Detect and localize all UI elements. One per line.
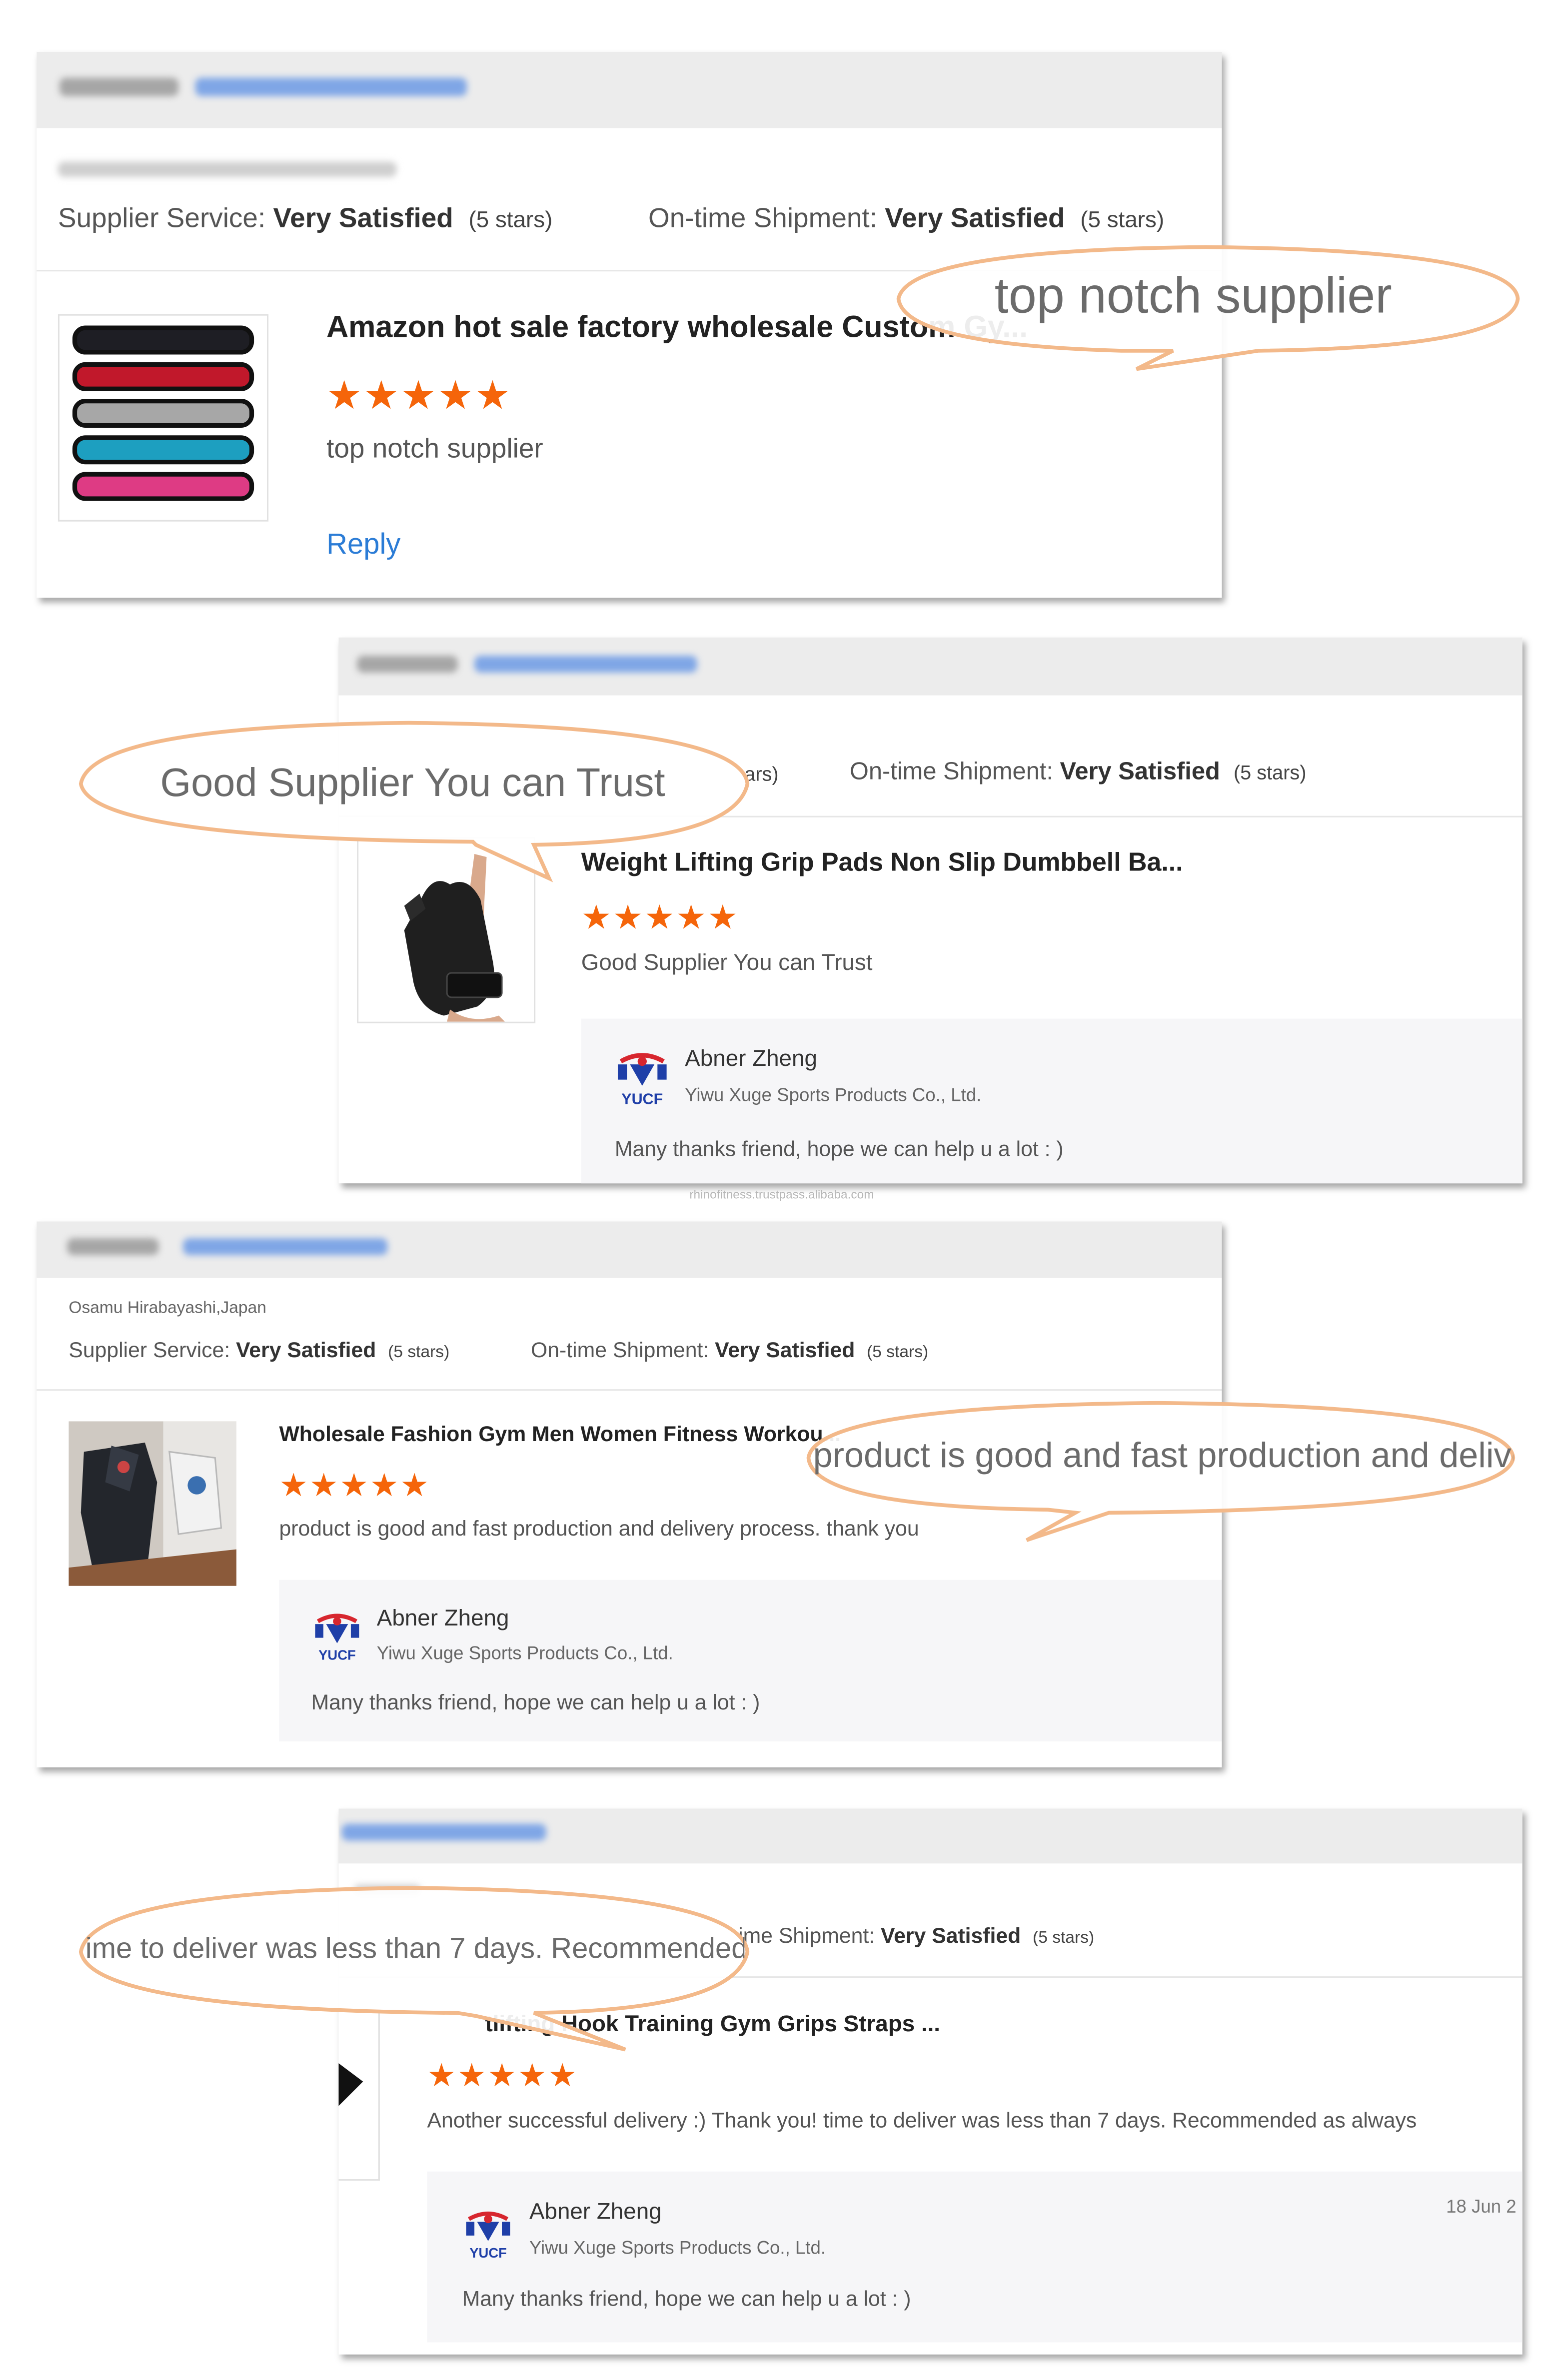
- order-number-bar: [36, 51, 1222, 128]
- callout-text-1: top notch supplier: [994, 267, 1392, 323]
- shipment-rating: ime Shipment: Very Satisfied (5 stars): [738, 1923, 1095, 1948]
- shipment-rating: On-time Shipment: Very Satisfied (5 star…: [648, 202, 1165, 233]
- watermark: rhinofitness.trustpass.alibaba.com: [689, 1188, 874, 1202]
- reply-message: Many thanks friend, hope we can help u a…: [462, 2286, 911, 2311]
- shipment-rating: On-time Shipment: Very Satisfied (5 star…: [849, 759, 1307, 786]
- star-rating: ★★★★★: [581, 898, 739, 936]
- order-label-redacted: [59, 77, 179, 96]
- order-number-bar: [36, 1221, 1222, 1278]
- replier-company: Yiwu Xuge Sports Products Co., Ltd.: [529, 2237, 826, 2259]
- supplier-reply: YUCF Abner Zheng Yiwu Xuge Sports Produc…: [581, 1018, 1523, 1184]
- supplier-logo-icon: YUCF: [466, 2211, 510, 2261]
- product-thumbnail-belts[interactable]: [57, 314, 269, 522]
- order-number-redacted: [195, 77, 467, 96]
- svg-text:YUCF: YUCF: [318, 1647, 356, 1663]
- belts-image: [72, 325, 254, 501]
- review-text: Another successful delivery :) Thank you…: [427, 2107, 1417, 2132]
- svg-text:YUCF: YUCF: [469, 2245, 507, 2261]
- order-label-redacted: [67, 1238, 159, 1255]
- callout-bubble-4: [78, 1886, 750, 2052]
- order-number-redacted: [183, 1238, 388, 1255]
- reply-message: Many thanks friend, hope we can help u a…: [614, 1136, 1064, 1161]
- order-number-bar: [338, 637, 1523, 696]
- supplier-logo-icon: YUCF: [617, 1053, 667, 1108]
- review-text: top notch supplier: [326, 433, 543, 464]
- order-number-bar: [338, 1808, 1523, 1864]
- star-rating: ★★★★★: [279, 1468, 431, 1504]
- shipment-rating: On-time Shipment: Very Satisfied (5 star…: [531, 1337, 929, 1362]
- callout-text-3: product is good and fast production and …: [813, 1435, 1514, 1475]
- svg-text:YUCF: YUCF: [621, 1091, 663, 1108]
- replier-name: Abner Zheng: [685, 1046, 817, 1072]
- reply-message: Many thanks friend, hope we can help u a…: [311, 1689, 760, 1714]
- order-label-redacted: [357, 656, 458, 673]
- reply-date: 18 Jun 2: [1446, 2196, 1517, 2218]
- product-title[interactable]: Wholesale Fashion Gym Men Women Fitness …: [279, 1421, 841, 1446]
- workout-gear-image: [68, 1421, 237, 1586]
- replier-company: Yiwu Xuge Sports Products Co., Ltd.: [376, 1642, 673, 1664]
- order-number-redacted: [341, 1823, 546, 1841]
- replier-name: Abner Zheng: [376, 1605, 509, 1632]
- callout-text-2: Good Supplier You can Trust: [160, 759, 665, 805]
- supplier-reply: YUCF Abner Zheng Yiwu Xuge Sports Produc…: [279, 1580, 1222, 1742]
- replier-name: Abner Zheng: [529, 2199, 662, 2225]
- supplier-reply: YUCF Abner Zheng Yiwu Xuge Sports Produc…: [427, 2171, 1523, 2343]
- buyer-name-redacted: [57, 161, 397, 177]
- product-thumbnail-workout-gear[interactable]: [68, 1421, 237, 1586]
- review-text: Good Supplier You can Trust: [581, 950, 873, 976]
- callout-text-4: ime to deliver was less than 7 days. Rec…: [85, 1933, 745, 1966]
- divider: [36, 1389, 1222, 1391]
- supplier-service-rating: Supplier Service: Very Satisfied (5 star…: [68, 1337, 450, 1362]
- star-rating: ★★★★★: [326, 372, 512, 418]
- supplier-service-rating: Supplier Service: Very Satisfied (5 star…: [57, 202, 553, 233]
- buyer-name: Osamu Hirabayashi,Japan: [68, 1299, 266, 1318]
- replier-company: Yiwu Xuge Sports Products Co., Ltd.: [685, 1084, 982, 1106]
- star-rating: ★★★★★: [427, 2058, 579, 2094]
- supplier-logo-icon: YUCF: [315, 1613, 359, 1663]
- reply-link[interactable]: Reply: [326, 529, 400, 563]
- order-number-redacted: [474, 656, 697, 673]
